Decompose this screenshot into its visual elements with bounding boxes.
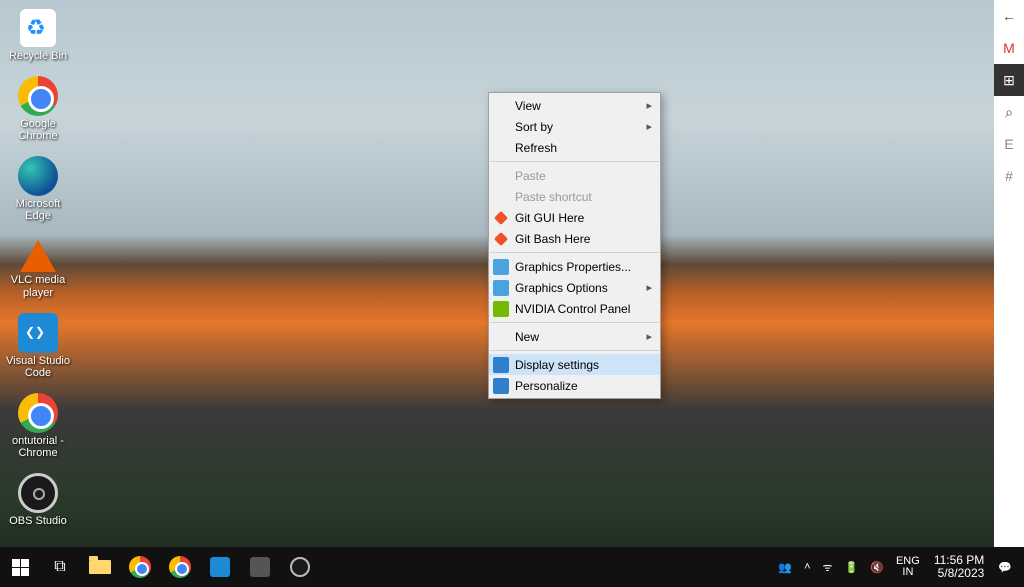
icon-label: Visual Studio Code — [2, 355, 74, 379]
menu-sort-by[interactable]: Sort by ▸ — [489, 116, 660, 137]
side-e-icon[interactable]: E — [994, 128, 1024, 160]
vlc-player-icon[interactable]: VLC media player — [0, 232, 76, 304]
taskbar-right: 👥 ˄ ᯤ 🔋 🔇 ENG IN 11:56 PM 5/8/2023 💬 — [772, 547, 1024, 587]
personalize-icon — [493, 378, 509, 394]
taskbar-left: ⧉ — [0, 547, 320, 587]
menu-display-settings[interactable]: Display settings — [489, 354, 660, 375]
obs-taskbar-button[interactable] — [280, 547, 320, 587]
chrome-taskbar-button-2[interactable] — [160, 547, 200, 587]
meet-now-icon[interactable]: 👥 — [772, 547, 798, 587]
side-grid-icon[interactable]: ⊞ — [994, 64, 1024, 96]
tray-chevron-up-icon[interactable]: ˄ — [798, 547, 816, 587]
menu-view[interactable]: View ▸ — [489, 95, 660, 116]
obs-studio-icon[interactable]: OBS Studio — [0, 469, 76, 533]
clock[interactable]: 11:56 PM 5/8/2023 — [926, 554, 992, 580]
recycle-bin-icon[interactable]: Recycle Bin — [0, 4, 76, 68]
menu-separator — [490, 252, 659, 253]
chrome-taskbar-button[interactable] — [120, 547, 160, 587]
wifi-icon[interactable]: ᯤ — [817, 547, 839, 587]
menu-new[interactable]: New ▸ — [489, 326, 660, 347]
app-icon — [250, 557, 270, 577]
intel-graphics-icon — [493, 259, 509, 275]
language-indicator[interactable]: ENG IN — [890, 547, 926, 587]
icon-label: Google Chrome — [2, 118, 74, 142]
icon-label: Recycle Bin — [2, 50, 74, 62]
google-chrome-icon[interactable]: Google Chrome — [0, 72, 76, 148]
windows-logo-icon — [12, 559, 29, 576]
vscode-icon — [210, 557, 230, 577]
menu-separator — [490, 322, 659, 323]
chevron-right-icon: ▸ — [646, 99, 652, 112]
side-search-icon[interactable]: ⌕ — [994, 96, 1024, 128]
right-side-panel: ← M ⊞ ⌕ E # — [994, 0, 1024, 547]
icon-label: ontutorial - Chrome — [2, 435, 74, 459]
menu-separator — [490, 161, 659, 162]
vscode-icon[interactable]: Visual Studio Code — [0, 309, 76, 385]
file-explorer-button[interactable] — [80, 547, 120, 587]
menu-git-gui[interactable]: Git GUI Here — [489, 207, 660, 228]
menu-graphics-options[interactable]: Graphics Options ▸ — [489, 277, 660, 298]
action-center-icon[interactable]: 💬 — [992, 547, 1018, 587]
chevron-right-icon: ▸ — [646, 281, 652, 294]
ontutorial-chrome-icon[interactable]: ontutorial - Chrome — [0, 389, 76, 465]
menu-graphics-properties[interactable]: Graphics Properties... — [489, 256, 660, 277]
menu-paste-shortcut: Paste shortcut — [489, 186, 660, 207]
start-button[interactable] — [0, 547, 40, 587]
chrome-icon — [129, 556, 151, 578]
vscode-taskbar-button[interactable] — [200, 547, 240, 587]
menu-personalize[interactable]: Personalize — [489, 375, 660, 396]
desktop-icons: Recycle Bin Google Chrome Microsoft Edge… — [0, 4, 90, 537]
chevron-right-icon: ▸ — [646, 120, 652, 133]
menu-paste: Paste — [489, 165, 660, 186]
app-taskbar-button[interactable] — [240, 547, 280, 587]
git-icon — [493, 210, 509, 226]
taskbar: ⧉ 👥 ˄ ᯤ 🔋 🔇 ENG IN 11:56 PM 5/8/2023 💬 — [0, 547, 1024, 587]
show-desktop-button[interactable] — [1018, 547, 1024, 587]
nvidia-icon — [493, 301, 509, 317]
date-text: 5/8/2023 — [934, 567, 984, 580]
menu-separator — [490, 350, 659, 351]
volume-mute-icon[interactable]: 🔇 — [864, 547, 890, 587]
task-view-icon: ⧉ — [54, 558, 65, 576]
side-mail-icon[interactable]: M — [994, 32, 1024, 64]
display-icon — [493, 357, 509, 373]
task-view-button[interactable]: ⧉ — [40, 547, 80, 587]
side-back-icon[interactable]: ← — [994, 0, 1024, 32]
obs-icon — [290, 557, 310, 577]
menu-refresh[interactable]: Refresh — [489, 137, 660, 158]
microsoft-edge-icon[interactable]: Microsoft Edge — [0, 152, 76, 228]
battery-icon[interactable]: 🔋 — [839, 547, 865, 587]
menu-nvidia-control-panel[interactable]: NVIDIA Control Panel — [489, 298, 660, 319]
icon-label: VLC media player — [2, 274, 74, 298]
chevron-right-icon: ▸ — [646, 330, 652, 343]
side-hash-icon[interactable]: # — [994, 160, 1024, 192]
intel-graphics-icon — [493, 280, 509, 296]
icon-label: Microsoft Edge — [2, 198, 74, 222]
folder-icon — [89, 560, 111, 574]
git-icon — [493, 231, 509, 247]
menu-git-bash[interactable]: Git Bash Here — [489, 228, 660, 249]
icon-label: OBS Studio — [2, 515, 74, 527]
desktop-context-menu: View ▸ Sort by ▸ Refresh Paste Paste sho… — [488, 92, 661, 399]
chrome-icon — [169, 556, 191, 578]
